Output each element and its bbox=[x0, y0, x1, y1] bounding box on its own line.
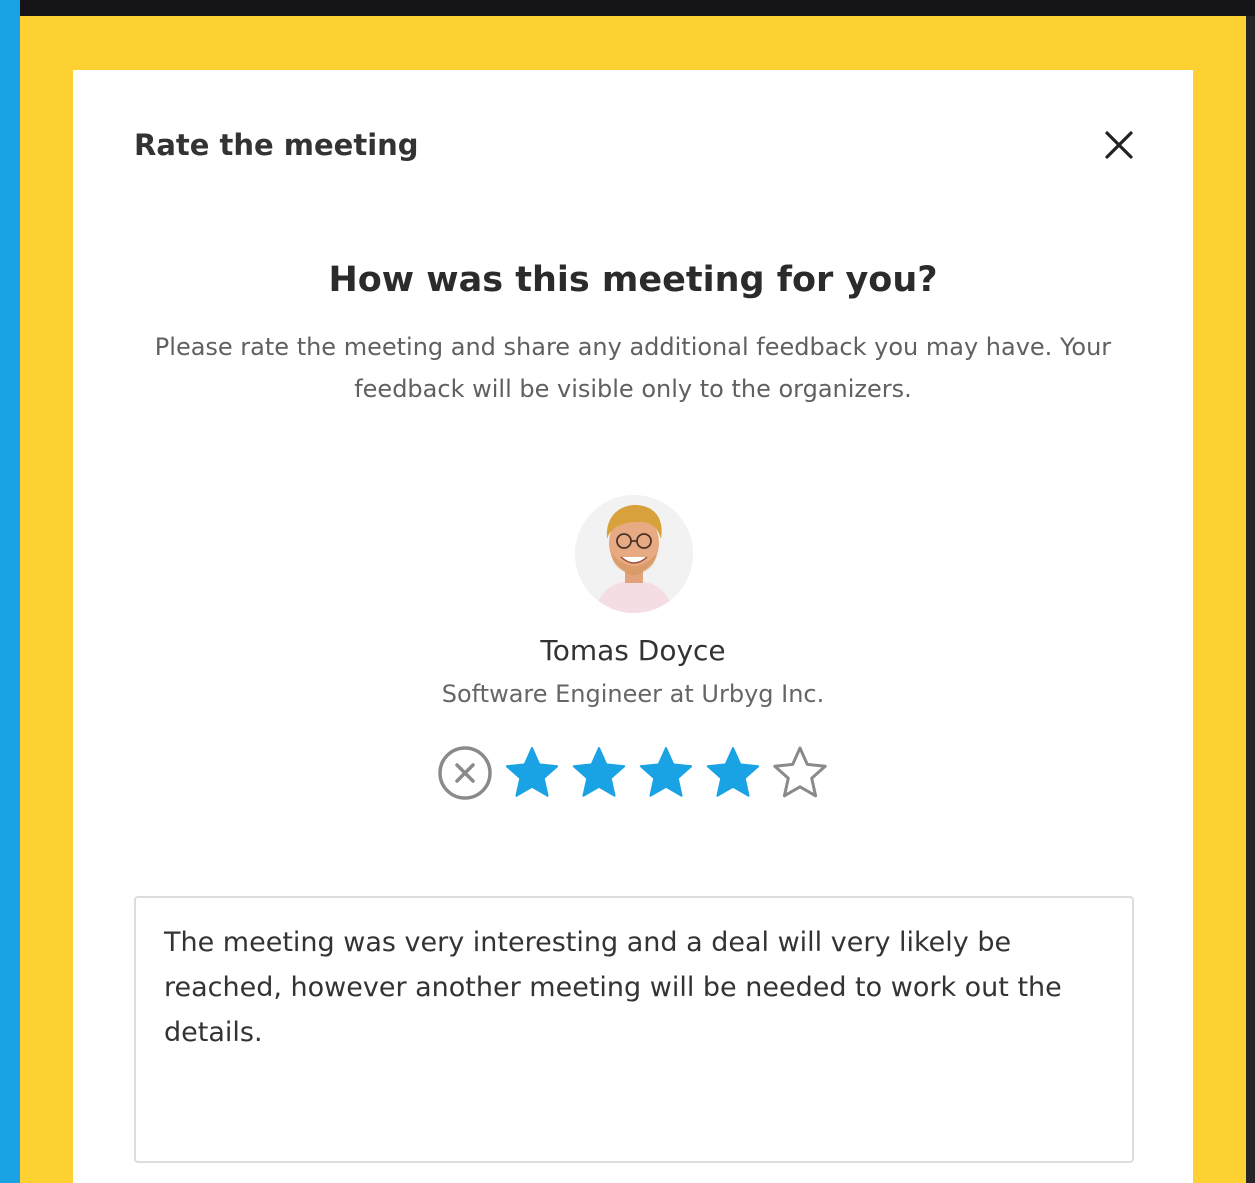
star-rating bbox=[436, 743, 839, 803]
top-background-strip bbox=[20, 0, 1255, 16]
person-role: Software Engineer at Urbyg Inc. bbox=[441, 680, 825, 708]
close-icon bbox=[1105, 131, 1133, 159]
circle-x-icon bbox=[438, 746, 492, 800]
star-filled-3[interactable] bbox=[638, 745, 694, 801]
rating-question-heading: How was this meeting for you? bbox=[328, 260, 938, 300]
feedback-input[interactable]: The meeting was very interesting and a d… bbox=[134, 896, 1134, 1163]
right-background-edge bbox=[1246, 16, 1255, 1183]
star-empty-5[interactable] bbox=[772, 745, 828, 801]
stars-container bbox=[504, 745, 839, 801]
star-filled-4[interactable] bbox=[705, 745, 761, 801]
star-filled-1[interactable] bbox=[504, 745, 560, 801]
clear-rating-button[interactable] bbox=[436, 744, 494, 802]
rate-meeting-dialog: Rate the meeting How was this meeting fo… bbox=[73, 70, 1193, 1183]
star-icon bbox=[773, 746, 827, 798]
star-icon bbox=[639, 747, 693, 797]
star-icon bbox=[572, 747, 626, 797]
dialog-title: Rate the meeting bbox=[134, 128, 419, 162]
star-icon bbox=[505, 747, 559, 797]
side-accent-strip bbox=[0, 0, 20, 1183]
person-name: Tomas Doyce bbox=[540, 634, 726, 667]
close-button[interactable] bbox=[1100, 126, 1138, 164]
star-icon bbox=[706, 747, 760, 797]
avatar-photo bbox=[575, 495, 693, 613]
rating-instructions: Please rate the meeting and share any ad… bbox=[154, 333, 1112, 403]
star-filled-2[interactable] bbox=[571, 745, 627, 801]
avatar bbox=[575, 495, 693, 613]
